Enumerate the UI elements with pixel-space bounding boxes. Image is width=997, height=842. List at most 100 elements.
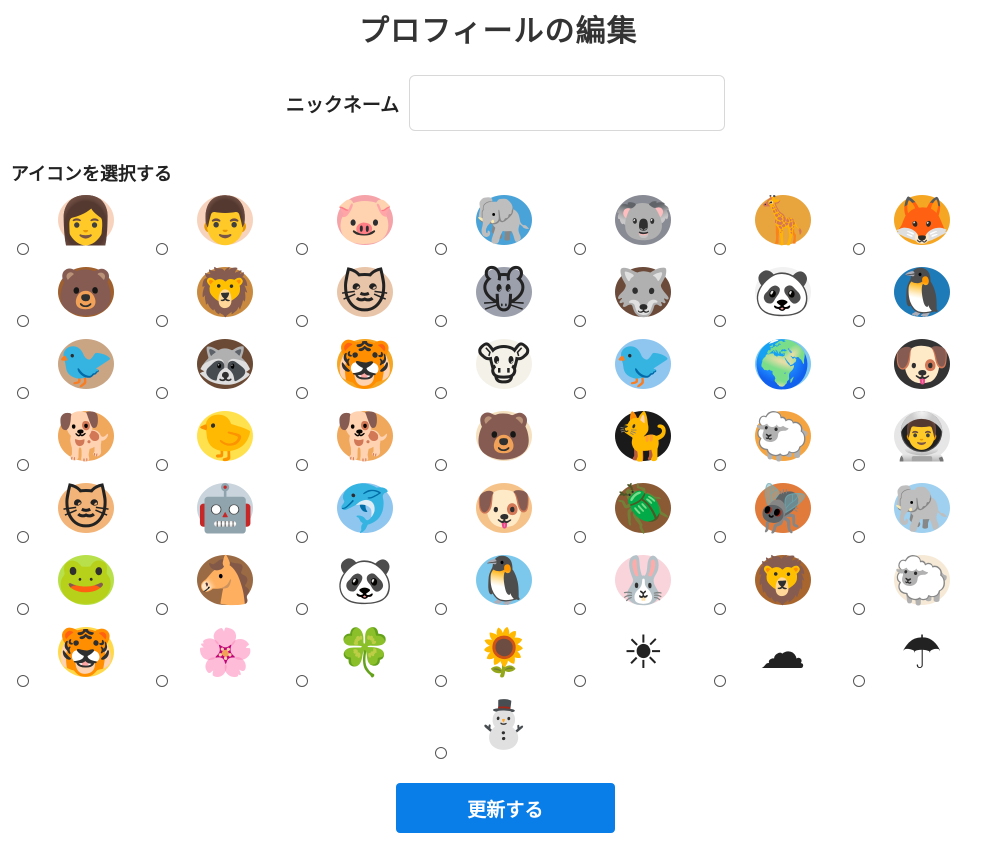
icon-radio[interactable] <box>295 243 308 255</box>
icon-option[interactable]: 🐘 <box>850 474 989 546</box>
woman-icon[interactable]: 👩 <box>52 186 120 254</box>
elephant-icon[interactable]: 🐘 <box>470 186 538 254</box>
frog-icon[interactable]: 🐸 <box>52 546 120 614</box>
icon-radio[interactable] <box>434 531 447 543</box>
icon-radio[interactable] <box>852 243 865 255</box>
icon-radio[interactable] <box>852 675 865 687</box>
sheep-icon[interactable]: 🐑 <box>888 546 956 614</box>
icon-radio[interactable] <box>713 315 726 327</box>
umbrella-icon[interactable]: ☂ <box>888 618 956 686</box>
icon-radio[interactable] <box>713 603 726 615</box>
icon-option[interactable]: 👨‍🚀 <box>850 402 989 474</box>
icon-option[interactable]: 🐕 <box>293 402 432 474</box>
sheep-girl-icon[interactable]: 🐑 <box>749 402 817 470</box>
icon-radio[interactable] <box>574 459 587 471</box>
icon-radio[interactable] <box>295 675 308 687</box>
icon-option[interactable]: 🦁 <box>711 546 850 618</box>
icon-option[interactable]: 🐑 <box>850 546 989 618</box>
icon-option[interactable]: 🌻 <box>432 618 571 690</box>
icon-radio[interactable] <box>574 315 587 327</box>
icon-radio[interactable] <box>156 603 169 615</box>
icon-option[interactable]: 🐑 <box>711 402 850 474</box>
pig-icon[interactable]: 🐷 <box>331 186 399 254</box>
bear-icon[interactable]: 🐻 <box>52 258 120 326</box>
mouse-icon[interactable]: 🐭 <box>470 258 538 326</box>
icon-option[interactable]: 🍀 <box>293 618 432 690</box>
icon-option[interactable]: 🐬 <box>293 474 432 546</box>
icon-option[interactable]: 🐻 <box>14 258 153 330</box>
icon-option[interactable]: 🐶 <box>432 474 571 546</box>
icon-option[interactable]: 🐯 <box>293 330 432 402</box>
cow-icon[interactable]: 🐮 <box>470 330 538 398</box>
icon-option[interactable]: ☂ <box>850 618 989 690</box>
penguin-blue-icon[interactable]: 🐧 <box>470 546 538 614</box>
icon-radio[interactable] <box>17 675 29 687</box>
icon-option[interactable]: 🐻 <box>432 402 571 474</box>
icon-option[interactable]: 👨 <box>153 186 292 258</box>
icon-option[interactable]: 🐧 <box>432 546 571 618</box>
icon-radio[interactable] <box>17 315 29 327</box>
icon-option[interactable]: 🐸 <box>14 546 153 618</box>
tiger-face-icon[interactable]: 🐯 <box>52 618 120 686</box>
icon-radio[interactable] <box>17 531 29 543</box>
icon-option[interactable]: 🪲 <box>571 474 710 546</box>
blue-elephant-icon[interactable]: 🐘 <box>888 474 956 542</box>
icon-option[interactable]: 🐶 <box>850 330 989 402</box>
icon-option[interactable]: ☀ <box>571 618 710 690</box>
icon-option[interactable]: 🐈 <box>571 402 710 474</box>
robot-headphones-icon[interactable]: 🤖 <box>191 474 259 542</box>
lion-icon[interactable]: 🦁 <box>191 258 259 326</box>
icon-option[interactable]: 🦒 <box>711 186 850 258</box>
cat-tabby-icon[interactable]: 🐱 <box>52 474 120 542</box>
icon-radio[interactable] <box>156 459 169 471</box>
icon-option[interactable]: 🪰 <box>711 474 850 546</box>
icon-option[interactable]: 🐨 <box>571 186 710 258</box>
icon-option[interactable]: 🐮 <box>432 330 571 402</box>
icon-option[interactable]: 🦝 <box>153 330 292 402</box>
icon-radio[interactable] <box>156 531 169 543</box>
icon-radio[interactable] <box>156 243 169 255</box>
sunflower-icon[interactable]: 🌻 <box>470 618 538 686</box>
icon-option[interactable]: 🐦 <box>14 330 153 402</box>
icon-option[interactable]: ☁ <box>711 618 850 690</box>
icon-radio[interactable] <box>574 531 587 543</box>
penguin-icon[interactable]: 🐧 <box>888 258 956 326</box>
icon-radio[interactable] <box>574 675 587 687</box>
icon-radio[interactable] <box>713 387 726 399</box>
lion-face-icon[interactable]: 🦁 <box>749 546 817 614</box>
icon-radio[interactable] <box>434 747 447 759</box>
horse-icon[interactable]: 🐴 <box>191 546 259 614</box>
black-dog-icon[interactable]: 🐶 <box>888 330 956 398</box>
icon-radio[interactable] <box>295 459 308 471</box>
icon-radio[interactable] <box>713 531 726 543</box>
earth-icon[interactable]: 🌍 <box>749 330 817 398</box>
clover-icon[interactable]: 🍀 <box>331 618 399 686</box>
icon-radio[interactable] <box>852 603 865 615</box>
icon-option[interactable]: 👩 <box>14 186 153 258</box>
icon-radio[interactable] <box>295 603 308 615</box>
icon-radio[interactable] <box>852 459 865 471</box>
icon-radio[interactable] <box>156 387 169 399</box>
icon-option[interactable]: 🌸 <box>153 618 292 690</box>
icon-radio[interactable] <box>17 603 29 615</box>
chick-sunglasses-icon[interactable]: 🐤 <box>191 402 259 470</box>
icon-option[interactable]: 🐭 <box>432 258 571 330</box>
icon-radio[interactable] <box>713 675 726 687</box>
icon-option[interactable]: 🐯 <box>14 618 153 690</box>
icon-option[interactable]: 🐰 <box>571 546 710 618</box>
icon-radio[interactable] <box>713 243 726 255</box>
man-icon[interactable]: 👨 <box>191 186 259 254</box>
icon-option[interactable]: 🐼 <box>711 258 850 330</box>
icon-radio[interactable] <box>17 459 29 471</box>
icon-option[interactable]: 🤖 <box>153 474 292 546</box>
icon-option[interactable]: ⛄ <box>432 690 571 762</box>
icon-option[interactable]: 🐦 <box>571 330 710 402</box>
koala-icon[interactable]: 🐨 <box>609 186 677 254</box>
icon-option[interactable]: 🐘 <box>432 186 571 258</box>
icon-radio[interactable] <box>852 531 865 543</box>
icon-radio[interactable] <box>295 531 308 543</box>
sparrow-icon[interactable]: 🐦 <box>52 330 120 398</box>
snowman-icon[interactable]: ⛄ <box>470 690 538 758</box>
giraffe-icon[interactable]: 🦒 <box>749 186 817 254</box>
icon-radio[interactable] <box>713 459 726 471</box>
